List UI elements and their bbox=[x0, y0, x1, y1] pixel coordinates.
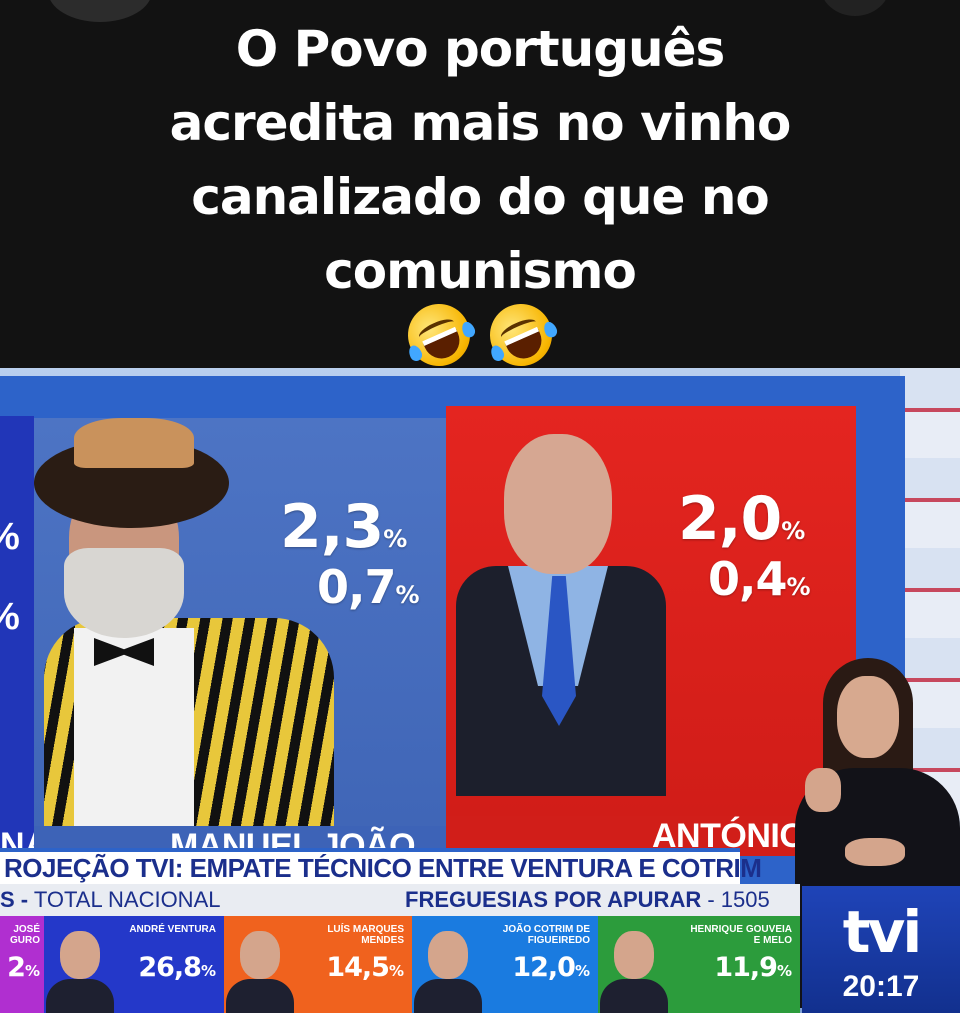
candidate-panel-left: 2,3% 0,7% bbox=[34, 418, 446, 854]
percent-unit: % bbox=[383, 525, 408, 553]
caption-line: canalizado do que no bbox=[191, 168, 770, 226]
percent-mark: % bbox=[0, 596, 20, 639]
candidate-left-percent: 2,3 bbox=[280, 492, 384, 562]
percent-unit: % bbox=[786, 573, 811, 601]
news-ticker: ROJEÇÃO TVI: EMPATE TÉCNICO ENTRE VENTUR… bbox=[0, 848, 762, 884]
candidate-cards: JOSÉ GURO 2% ANDRÉ VENTURA 26,8% LUÍS MA… bbox=[0, 916, 800, 1013]
candidate-card-percent: 26,8 bbox=[138, 952, 202, 983]
candidate-card: LUÍS MARQUES MENDES 14,5% bbox=[224, 916, 412, 1013]
candidate-card: HENRIQUE GOUVEIA E MELO 11,9% bbox=[598, 916, 800, 1013]
results-screen: % % 2,3% 0,7% bbox=[0, 376, 905, 886]
channel-badge: tvi 20:17 bbox=[802, 886, 960, 1013]
subbar-prefix: S - bbox=[0, 887, 29, 912]
percent-unit: % bbox=[395, 581, 420, 609]
candidate-portrait-suit bbox=[446, 406, 676, 806]
candidate-card-name: LUÍS MARQUES MENDES bbox=[327, 924, 404, 946]
tv-broadcast-photo: % % 2,3% 0,7% bbox=[0, 368, 960, 1013]
caption-line: comunismo bbox=[324, 242, 637, 300]
caption-line: O Povo português bbox=[235, 20, 726, 78]
candidate-right-percent: 2,0 bbox=[678, 484, 782, 554]
candidate-card: JOÃO COTRIM DE FIGUEIREDO 12,0% bbox=[412, 916, 598, 1013]
percent-unit: % bbox=[781, 517, 806, 545]
candidate-card: ANDRÉ VENTURA 26,8% bbox=[44, 916, 224, 1013]
percent-mark: % bbox=[0, 516, 20, 559]
candidate-card-name: JOÃO COTRIM DE FIGUEIREDO bbox=[502, 924, 590, 946]
rolling-laughing-emoji-icon bbox=[480, 294, 563, 376]
broadcast-clock: 20:17 bbox=[842, 970, 920, 1003]
candidate-card-percent: 11,9 bbox=[714, 952, 778, 983]
candidate-card-percent: 14,5 bbox=[326, 952, 390, 983]
subbar-total-label: TOTAL NACIONAL bbox=[33, 887, 221, 912]
tvi-logo: tvi bbox=[842, 898, 922, 966]
results-subheader: S - TOTAL NACIONAL FREGUESIAS POR APURAR… bbox=[0, 884, 800, 916]
previous-candidate-panel: % % bbox=[0, 416, 34, 866]
subbar-pending-count: 1505 bbox=[720, 887, 770, 912]
candidate-card-name: HENRIQUE GOUVEIA E MELO bbox=[690, 924, 792, 946]
caption-line: acredita mais no vinho bbox=[169, 94, 792, 152]
candidate-card-percent: 12,0 bbox=[512, 952, 576, 983]
candidate-card-percent: 2 bbox=[7, 952, 26, 983]
rolling-laughing-emoji-icon bbox=[397, 294, 480, 376]
caption-text: O Povo português acredita mais no vinho … bbox=[60, 12, 900, 308]
candidate-portrait-hat bbox=[34, 418, 334, 828]
subbar-pending-label: FREGUESIAS POR APURAR bbox=[405, 887, 702, 912]
post-caption: O Povo português acredita mais no vinho … bbox=[0, 0, 960, 376]
candidate-right-subpercent: 0,4 bbox=[708, 552, 787, 606]
candidate-card-name: ANDRÉ VENTURA bbox=[129, 924, 216, 935]
emoji-row bbox=[0, 294, 960, 376]
candidate-card-name: JOSÉ GURO bbox=[10, 924, 40, 946]
candidate-left-subpercent: 0,7 bbox=[317, 560, 396, 614]
candidate-card: JOSÉ GURO 2% bbox=[0, 916, 44, 1013]
